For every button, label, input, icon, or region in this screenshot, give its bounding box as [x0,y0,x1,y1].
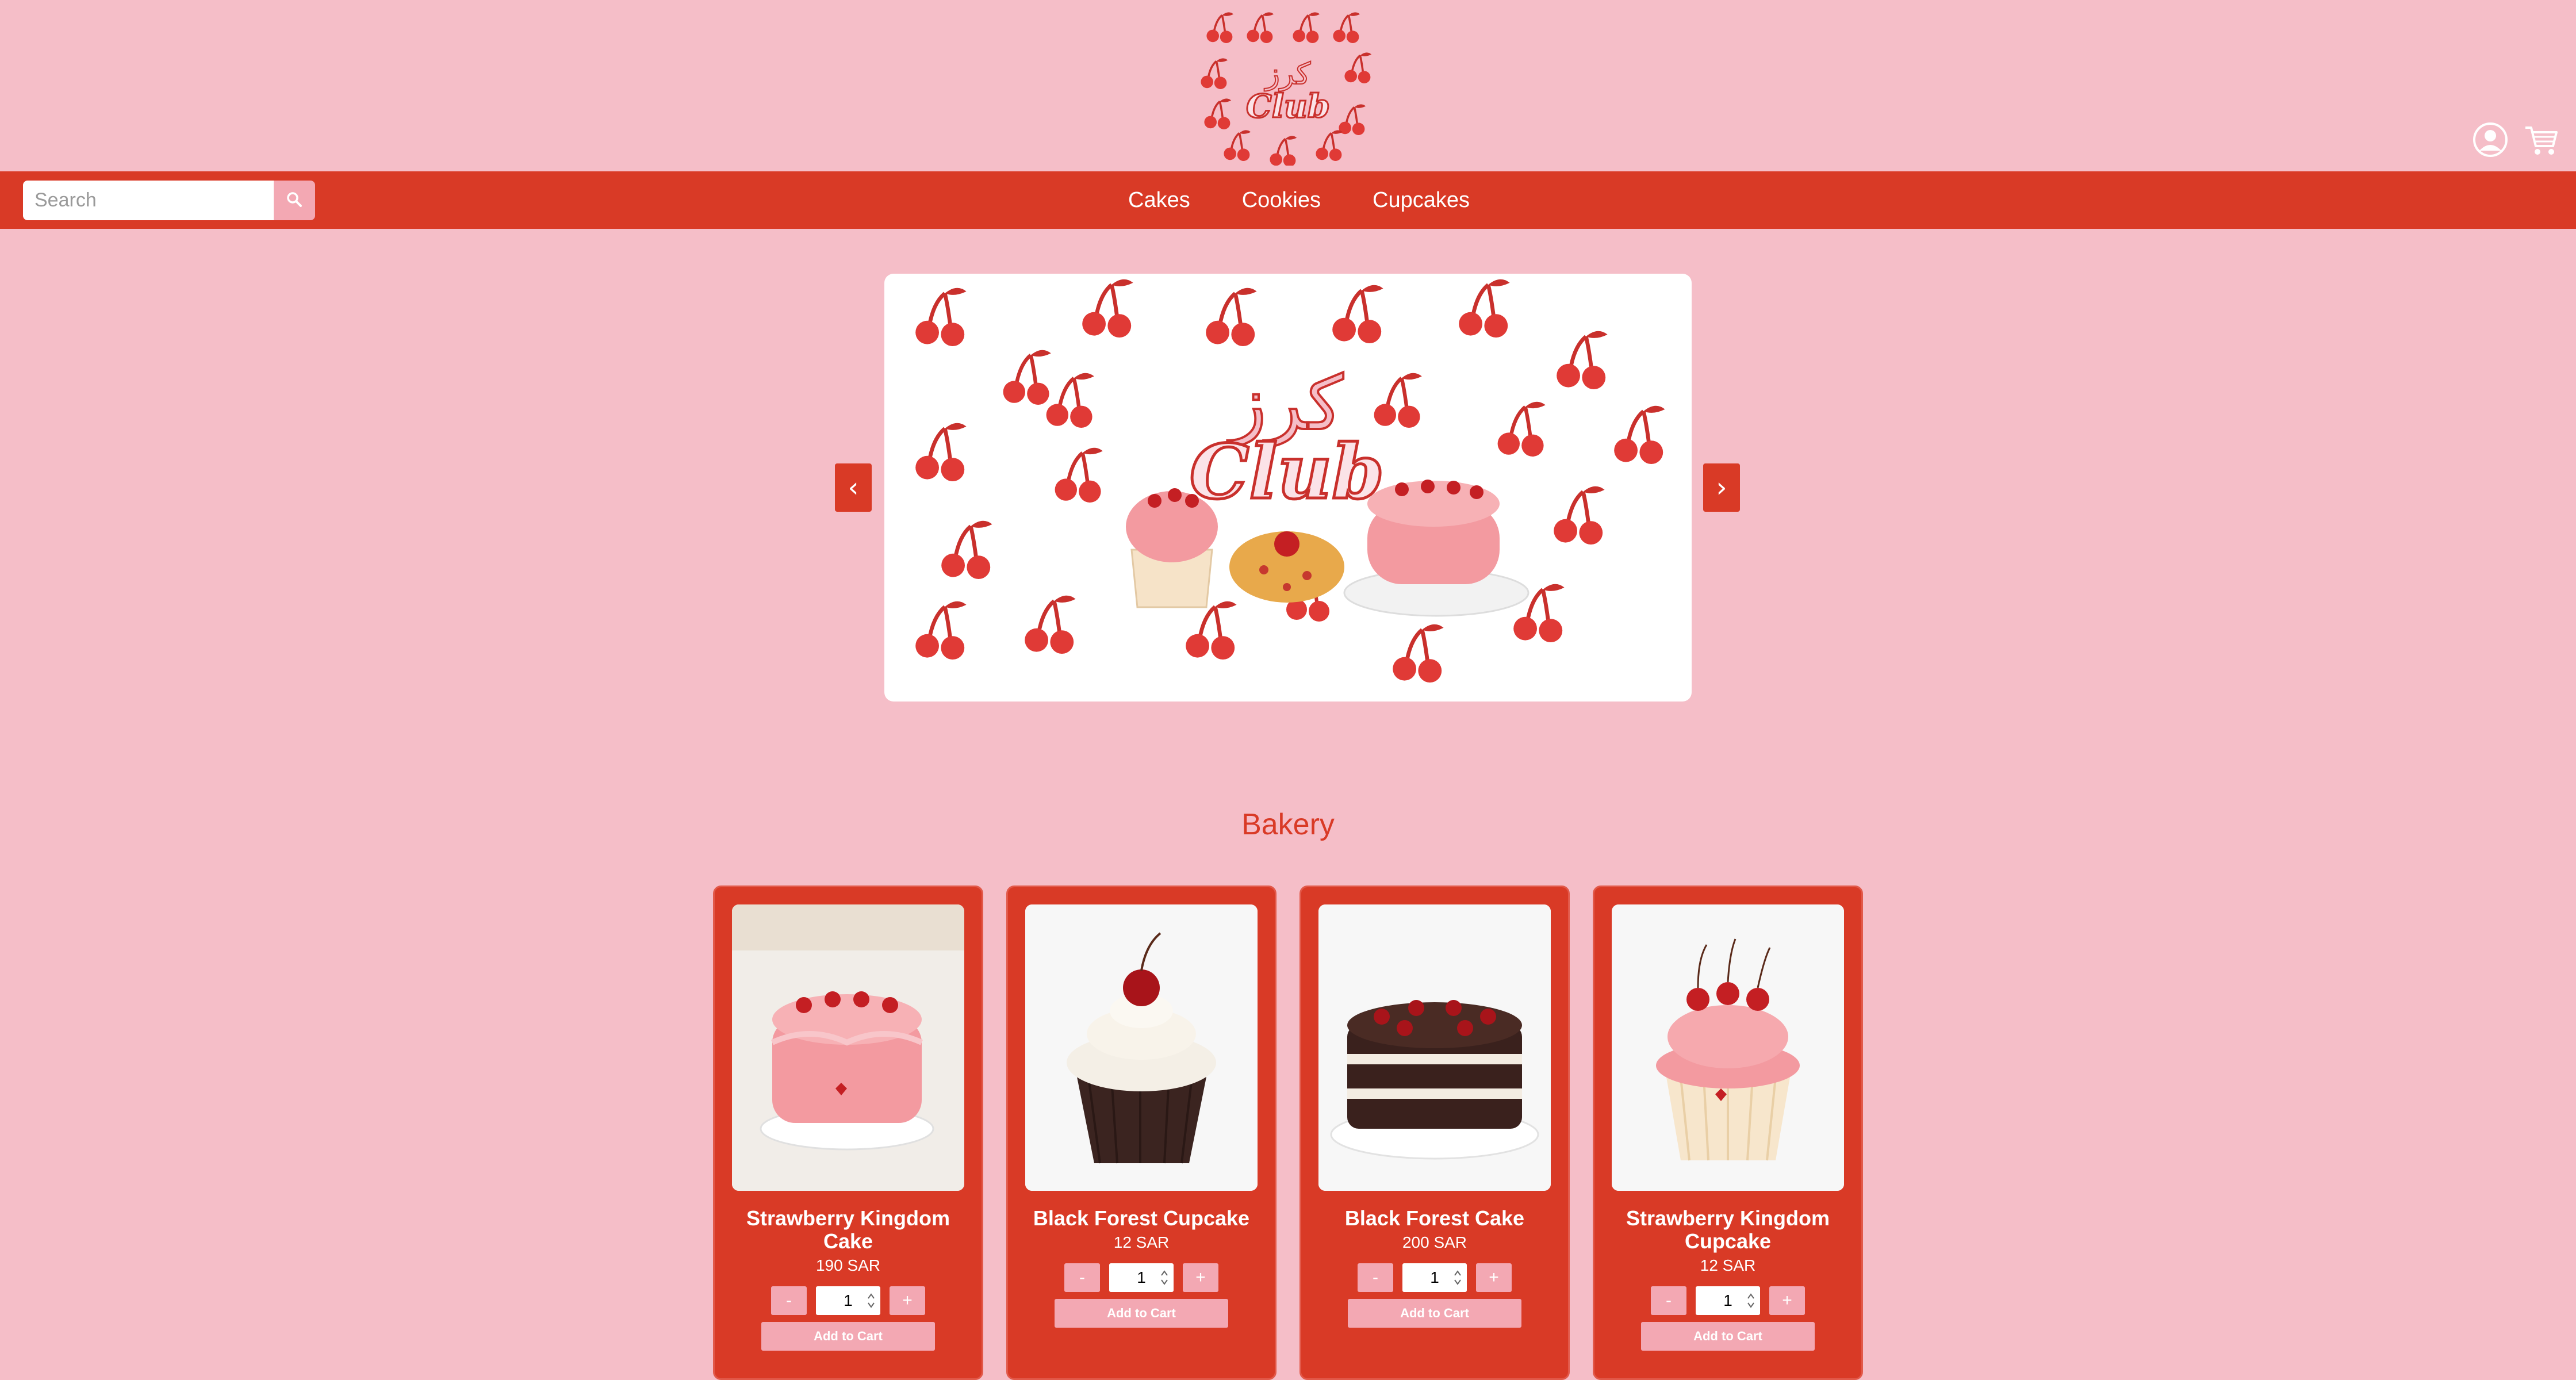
site-logo[interactable]: كرز Club [1196,5,1380,168]
search-bar [23,181,315,220]
product-price: 12 SAR [1700,1256,1756,1274]
banner-cupcake-illustration [1126,488,1218,608]
banner-latin-text: Club [1190,428,1384,516]
hero-banner: كرز Club [884,274,1692,702]
decrement-button[interactable]: - [1358,1263,1393,1292]
section-title: Bakery [1241,808,1335,841]
add-to-cart-button[interactable]: Add to Cart [1348,1299,1521,1328]
product-name: Strawberry Kingdom Cake [746,1206,950,1253]
add-to-cart-button[interactable]: Add to Cart [761,1322,935,1351]
increment-button[interactable]: + [1476,1263,1512,1292]
banner-image: كرز Club [884,274,1692,702]
product-name: Black Forest Cake [1344,1206,1525,1230]
product-price: 190 SAR [815,1256,881,1274]
product-price: 200 SAR [1402,1233,1467,1251]
cart-icon[interactable] [2523,122,2559,160]
banner-cookie-illustration [1229,531,1344,603]
add-to-cart-button[interactable]: Add to Cart [1641,1322,1815,1351]
product-card: Strawberry Kingdom Cupcake 12 SAR - 1 + … [1593,885,1863,1380]
main-navbar: Cakes Cookies Cupcakes [0,171,2576,229]
product-card: Black Forest Cupcake 12 SAR - 1 + Add to… [1006,885,1276,1380]
product-image[interactable] [1612,904,1844,1191]
product-image[interactable] [1025,904,1258,1191]
nav-menu: Cakes Cookies Cupcakes [1128,171,1470,229]
product-price: 12 SAR [1113,1233,1170,1251]
logo-latin-text: Club [1246,87,1330,125]
quantity-value: 1 [1723,1291,1732,1309]
nav-link-cookies[interactable]: Cookies [1242,188,1321,213]
nav-link-cupcakes[interactable]: Cupcakes [1373,188,1470,213]
nav-link-cakes[interactable]: Cakes [1128,188,1190,213]
product-image[interactable] [732,904,964,1191]
quantity-input[interactable]: 1 [1109,1263,1174,1292]
product-name: Strawberry Kingdom Cupcake [1626,1206,1830,1253]
quantity-value: 1 [844,1291,853,1309]
quantity-input[interactable]: 1 [816,1286,880,1315]
spinner-arrows-icon[interactable] [1160,1268,1169,1287]
banner-cake-illustration [1343,480,1529,617]
decrement-button[interactable]: - [771,1286,807,1315]
spinner-arrows-icon[interactable] [867,1291,876,1310]
carousel-prev-button[interactable]: ‹ [835,463,872,512]
product-name: Black Forest Cupcake [1033,1206,1250,1230]
quantity-value: 1 [1137,1268,1146,1286]
user-icon[interactable] [2472,122,2508,160]
increment-button[interactable]: + [1183,1263,1218,1292]
product-grid: Strawberry Kingdom Cake 190 SAR - 1 + Ad… [713,885,1863,1380]
increment-button[interactable]: + [1769,1286,1805,1315]
quantity-value: 1 [1430,1268,1439,1286]
product-card: Black Forest Cake 200 SAR - 1 + Add to C… [1300,885,1570,1380]
spinner-arrows-icon[interactable] [1746,1291,1755,1310]
quantity-input[interactable]: 1 [1402,1263,1467,1292]
spinner-arrows-icon[interactable] [1453,1268,1462,1287]
search-icon [286,191,303,210]
search-input[interactable] [23,181,274,220]
search-button[interactable] [274,181,315,220]
product-card: Strawberry Kingdom Cake 190 SAR - 1 + Ad… [713,885,983,1380]
product-image[interactable] [1318,904,1551,1191]
logo-arabic-text: كرز [1264,57,1311,91]
decrement-button[interactable]: - [1651,1286,1686,1315]
add-to-cart-button[interactable]: Add to Cart [1055,1299,1228,1328]
decrement-button[interactable]: - [1064,1263,1100,1292]
carousel-next-button[interactable]: › [1703,463,1740,512]
quantity-input[interactable]: 1 [1696,1286,1760,1315]
increment-button[interactable]: + [890,1286,925,1315]
